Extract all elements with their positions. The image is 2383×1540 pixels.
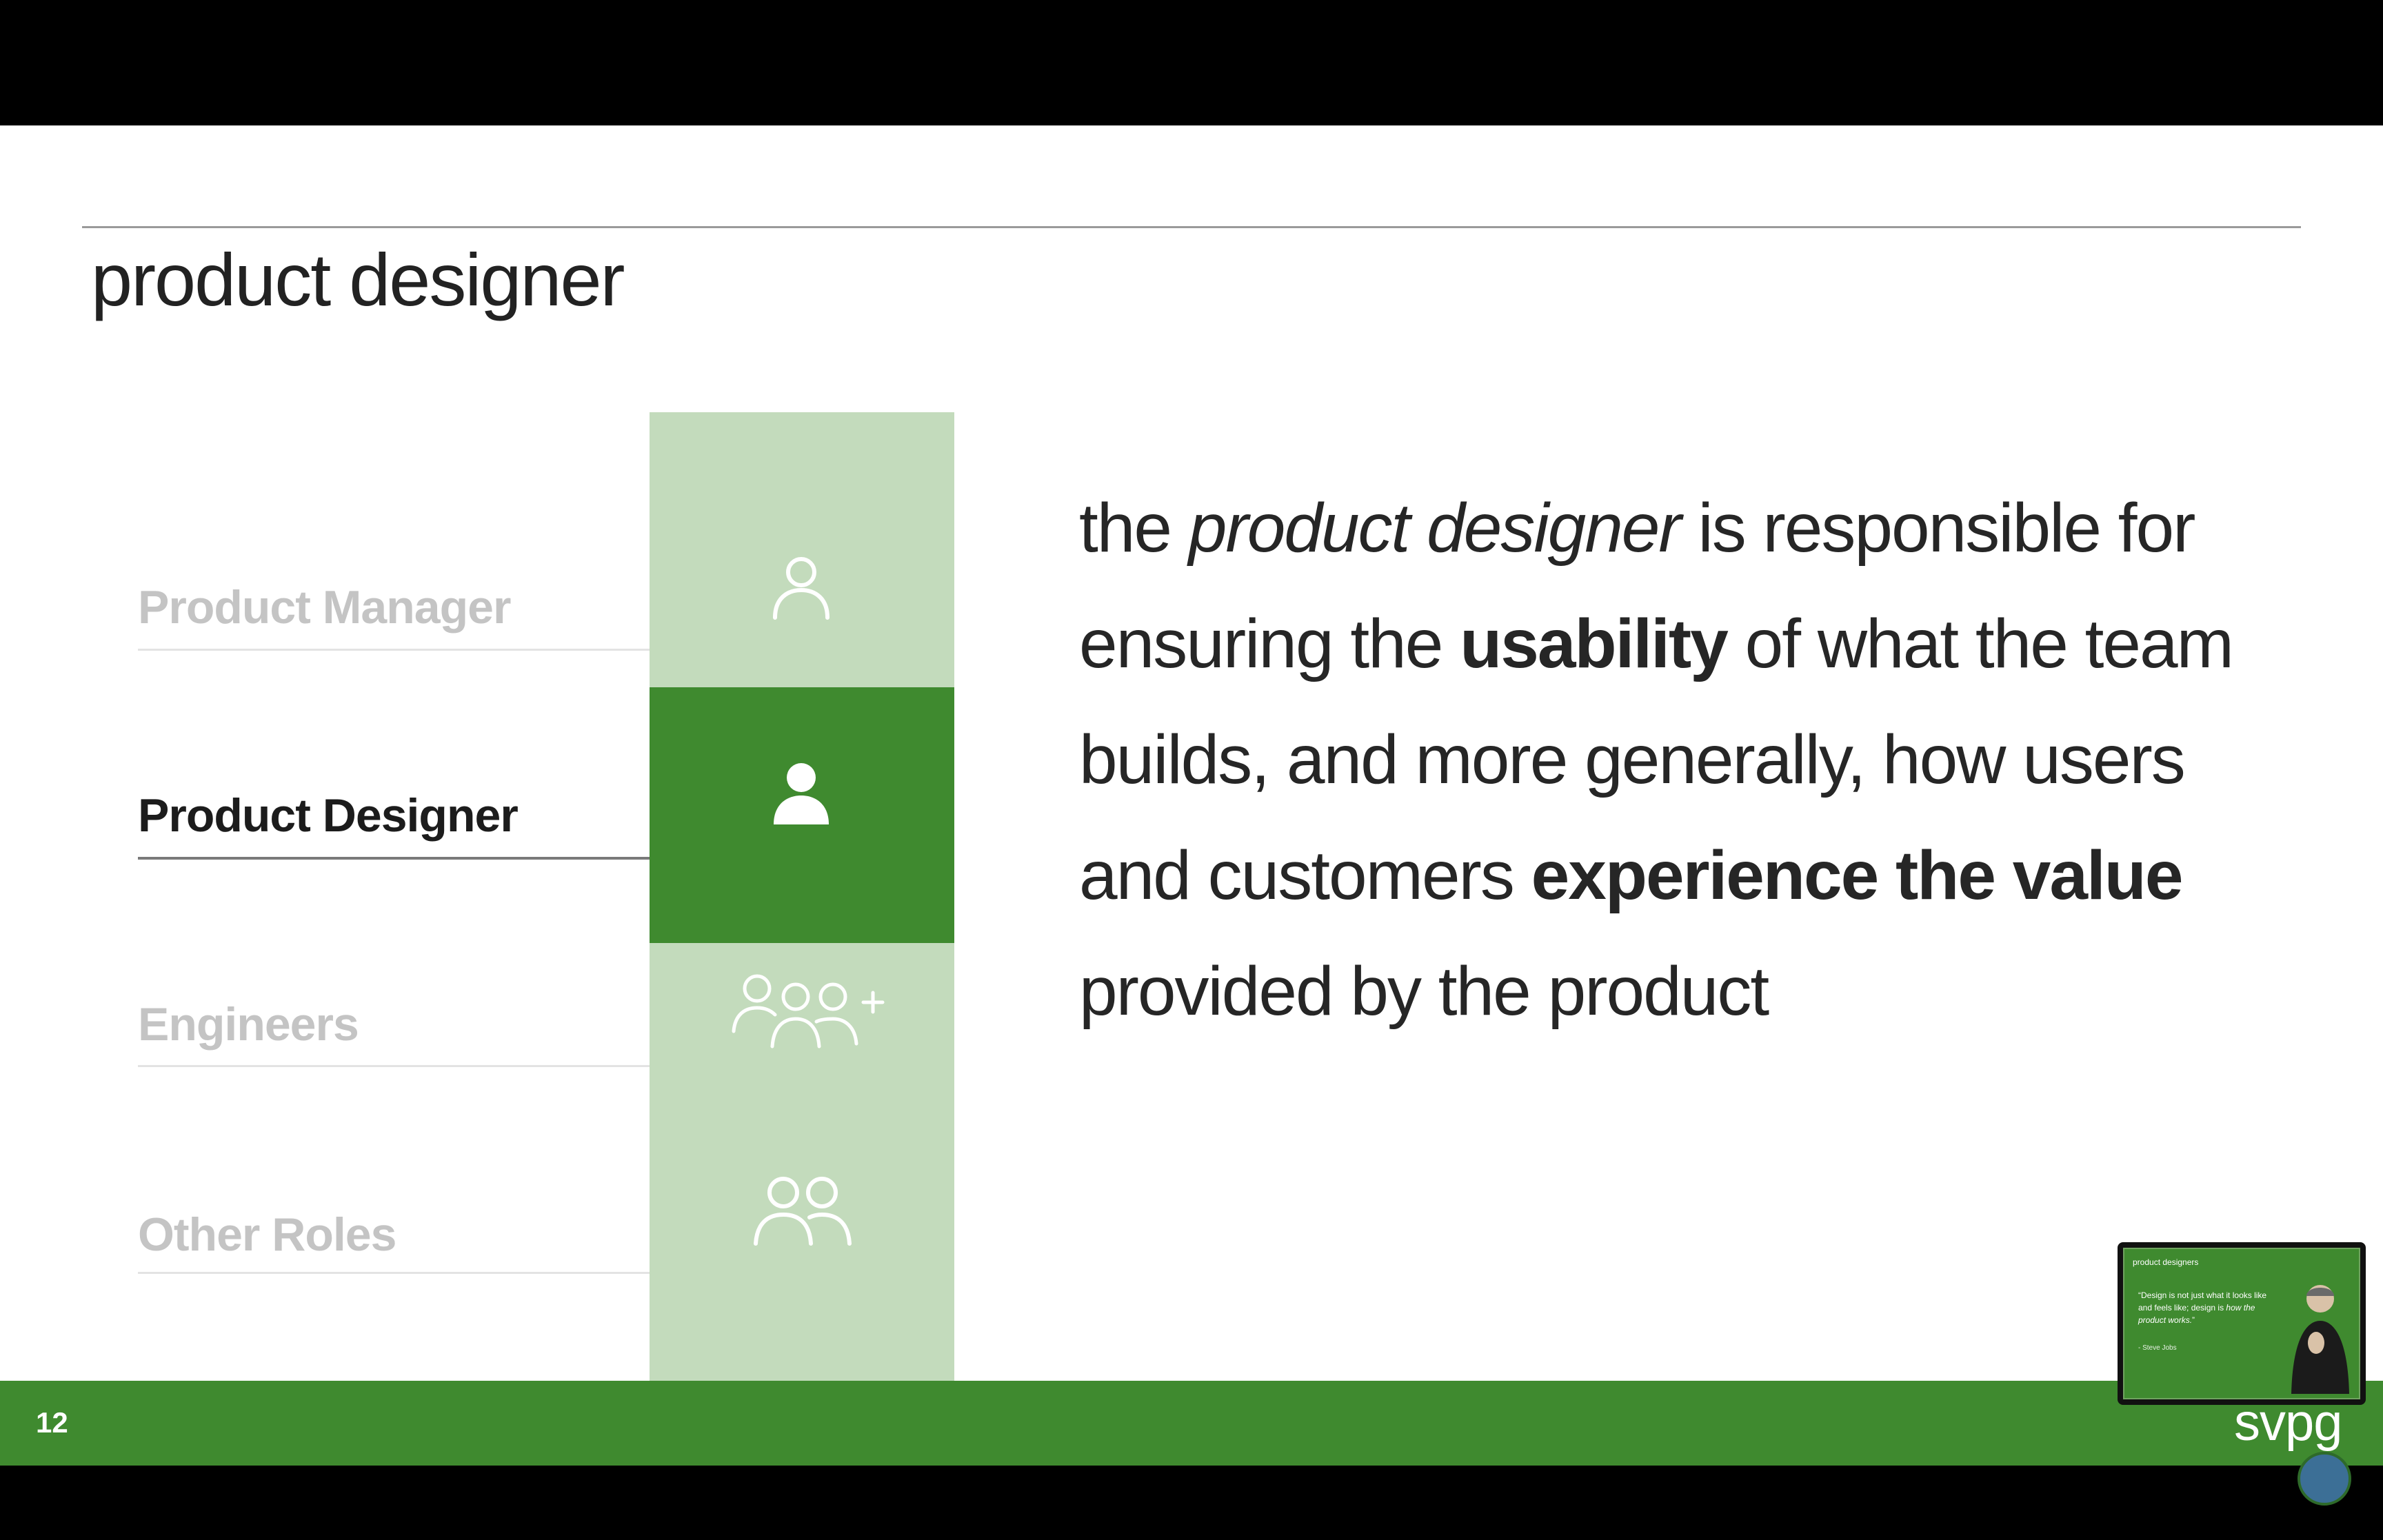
thumbnail-quote: “Design is not just what it looks like a… <box>2138 1290 2267 1325</box>
slide-title: product designer <box>91 238 625 321</box>
user-outline-icon <box>773 557 829 620</box>
slide: product designer Product Manager Product… <box>0 125 2383 1466</box>
presenter-avatar[interactable] <box>2297 1452 2351 1506</box>
user-filled-icon <box>774 763 829 824</box>
next-slide-thumbnail[interactable]: product designers “Design is not just wh… <box>2118 1242 2366 1405</box>
two-users-icon <box>754 1177 852 1246</box>
role-divider <box>138 649 650 651</box>
role-label-other-roles: Other Roles <box>138 1208 396 1261</box>
thumbnail-title: product designers <box>2133 1257 2199 1267</box>
role-divider <box>138 1272 650 1274</box>
role-description: the product designer is responsible for … <box>1079 489 2234 1030</box>
role-divider <box>138 1065 650 1067</box>
group-add-icon <box>732 974 885 1048</box>
title-divider <box>82 226 2301 228</box>
emphasis-experience: experience the value <box>1531 837 2184 914</box>
emphasis-usability: usability <box>1460 605 1729 682</box>
emphasis-role: product designer <box>1188 489 1682 567</box>
thumbnail-slide: product designers “Design is not just wh… <box>2123 1248 2360 1399</box>
page-number: 12 <box>36 1406 68 1439</box>
portrait-figure-icon <box>2291 1285 2349 1394</box>
role-label-engineers: Engineers <box>138 998 359 1051</box>
thumbnail-author: - Steve Jobs <box>2138 1344 2177 1352</box>
role-divider-active <box>138 857 650 860</box>
footer-bar <box>0 1381 2383 1466</box>
role-label-product-designer: Product Designer <box>138 789 519 842</box>
role-label-product-manager: Product Manager <box>138 581 511 634</box>
